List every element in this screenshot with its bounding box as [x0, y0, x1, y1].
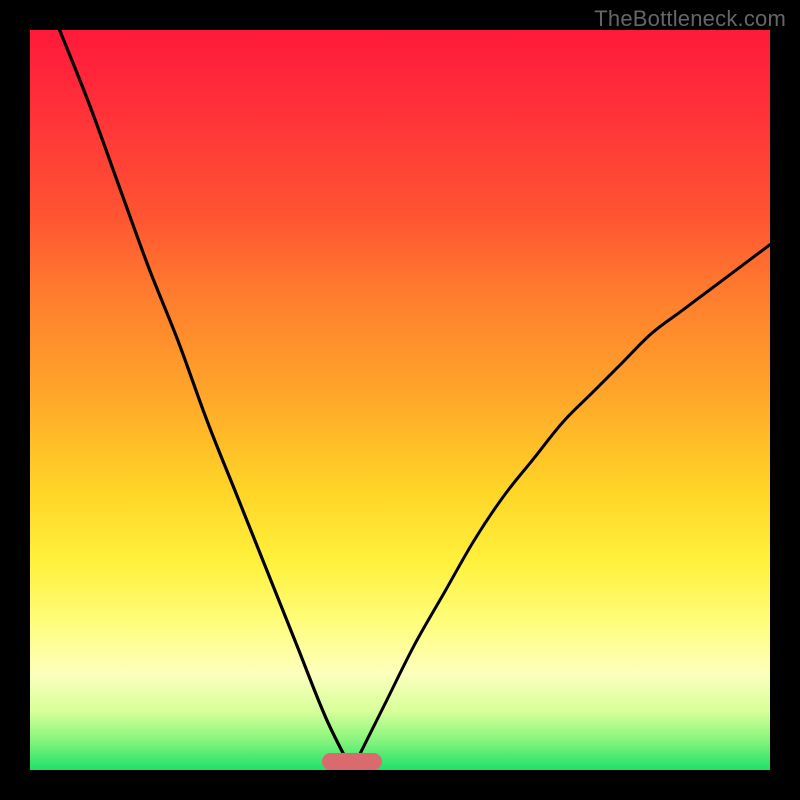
curve-left-branch — [60, 30, 352, 770]
chart-frame: TheBottleneck.com — [0, 0, 800, 800]
bottleneck-curve — [30, 30, 770, 770]
curve-right-branch — [352, 245, 770, 770]
optimum-marker — [322, 753, 382, 770]
watermark-text: TheBottleneck.com — [594, 6, 786, 32]
plot-area — [30, 30, 770, 770]
